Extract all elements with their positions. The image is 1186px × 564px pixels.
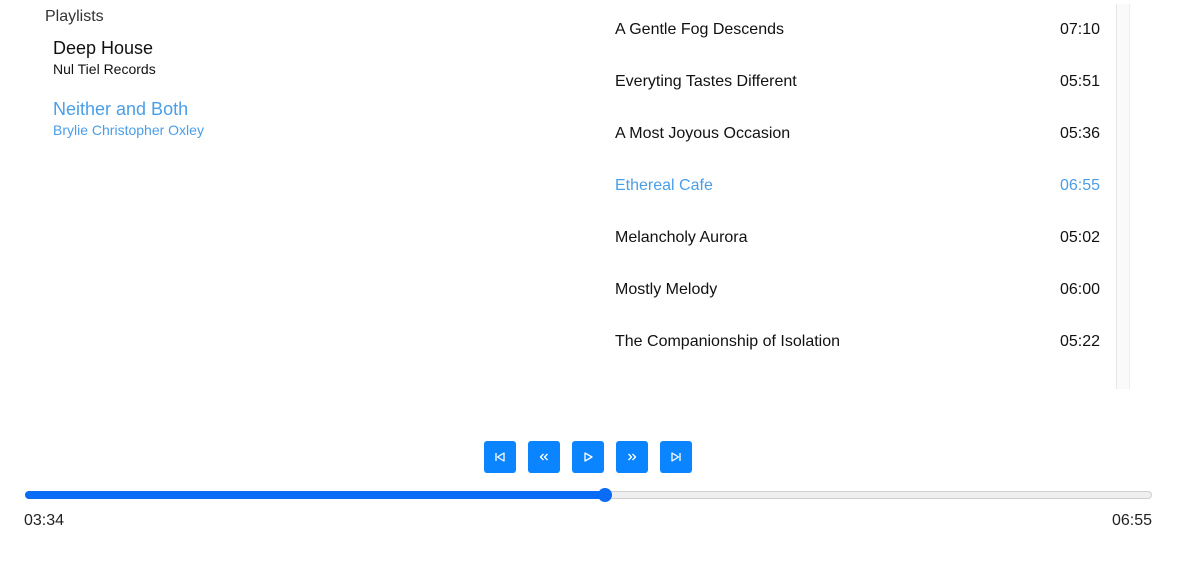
- scrollbar[interactable]: [1116, 4, 1130, 389]
- playlist-item[interactable]: Deep House Nul Tiel Records: [53, 36, 565, 78]
- skip-previous-icon: [495, 452, 505, 462]
- total-time: 06:55: [1111, 512, 1152, 529]
- track-title: Everyting Tastes Different: [615, 73, 797, 90]
- track-row[interactable]: A Gentle Fog Descends 07:10: [615, 4, 1100, 56]
- track-duration: 05:51: [1059, 73, 1100, 90]
- track-title: A Most Joyous Occasion: [615, 125, 791, 142]
- playlist-item-active[interactable]: Neither and Both Brylie Christopher Oxle…: [53, 97, 565, 139]
- track-list-panel: A Gentle Fog Descends 07:10 Everyting Ta…: [615, 4, 1131, 389]
- track-title: Ethereal Cafe: [615, 177, 713, 194]
- rewind-button[interactable]: [528, 441, 560, 473]
- track-title: A Gentle Fog Descends: [615, 21, 784, 38]
- track-row[interactable]: A Most Joyous Occasion 05:36: [615, 108, 1100, 160]
- playlist-name: Neither and Both: [53, 99, 189, 119]
- elapsed-time: 03:34: [24, 512, 65, 529]
- rewind-icon: [539, 453, 548, 461]
- track-duration: 05:02: [1059, 229, 1100, 246]
- track-title: The Companionship of Isolation: [615, 333, 841, 350]
- track-row[interactable]: Everyting Tastes Different 05:51: [615, 56, 1100, 108]
- track-title: Mostly Melody: [615, 281, 718, 298]
- track-duration: 06:00: [1059, 281, 1100, 298]
- playlist-name: Deep House: [53, 38, 154, 58]
- progress-fill: [25, 491, 605, 499]
- skip-next-button[interactable]: [660, 441, 692, 473]
- playlist-artist: Brylie Christopher Oxley: [53, 122, 204, 138]
- progress-handle[interactable]: [598, 488, 612, 502]
- playback-controls: [484, 441, 692, 473]
- progress-slider[interactable]: [25, 488, 1152, 502]
- track-duration: 05:36: [1059, 125, 1100, 142]
- skip-next-icon: [671, 452, 681, 462]
- track-row-active[interactable]: Ethereal Cafe 06:55: [615, 160, 1100, 212]
- track-list: A Gentle Fog Descends 07:10 Everyting Ta…: [615, 4, 1100, 368]
- track-row[interactable]: The Companionship of Isolation 05:22: [615, 316, 1100, 368]
- playlists-panel: Playlists Deep House Nul Tiel Records Ne…: [45, 8, 565, 158]
- play-button[interactable]: [572, 441, 604, 473]
- track-row[interactable]: Mostly Melody 06:00: [615, 264, 1100, 316]
- skip-previous-button[interactable]: [484, 441, 516, 473]
- track-duration: 05:22: [1059, 333, 1100, 350]
- fast-forward-button[interactable]: [616, 441, 648, 473]
- fast-forward-icon: [628, 453, 637, 461]
- playlist-artist: Nul Tiel Records: [53, 61, 156, 77]
- track-duration: 07:10: [1059, 21, 1100, 38]
- track-title: Melancholy Aurora: [615, 229, 748, 246]
- playlists-heading: Playlists: [45, 8, 104, 25]
- track-duration: 06:55: [1059, 177, 1100, 194]
- play-icon: [584, 452, 593, 462]
- track-row[interactable]: Melancholy Aurora 05:02: [615, 212, 1100, 264]
- music-player: Playlists Deep House Nul Tiel Records Ne…: [0, 0, 1186, 564]
